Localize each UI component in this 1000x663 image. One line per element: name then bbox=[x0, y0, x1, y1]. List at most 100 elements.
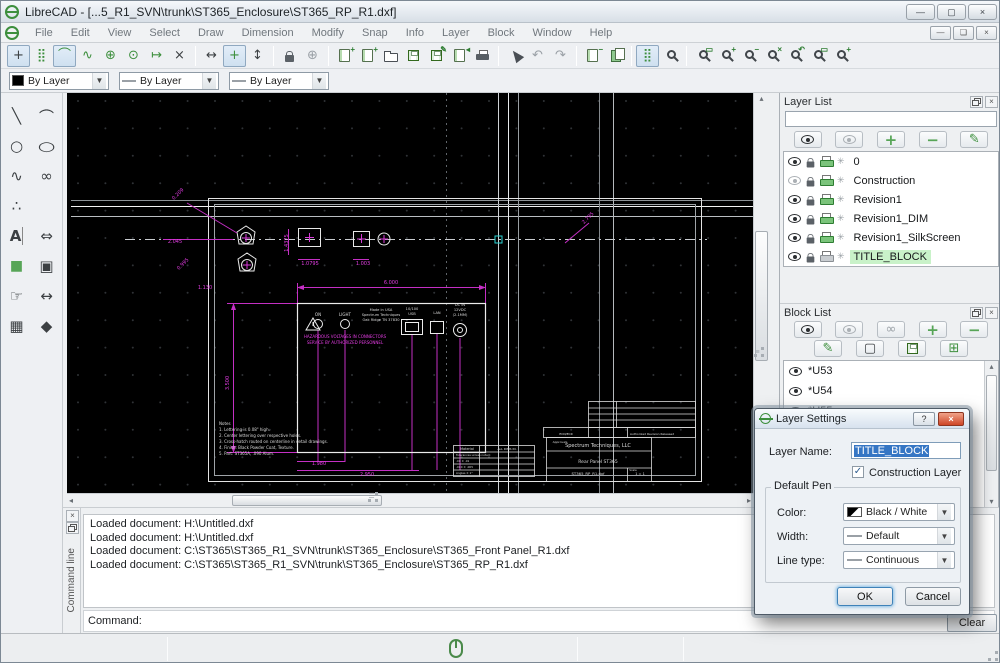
layer-row-TITLE_BLOCK[interactable]: ✳TITLE_BLOCK bbox=[784, 247, 998, 266]
restrict-vertical[interactable]: ↕ bbox=[246, 45, 269, 67]
zoom-in[interactable]: + bbox=[714, 45, 737, 67]
tool-hatch[interactable]: ■ bbox=[4, 253, 30, 279]
snap-on-entity[interactable]: ∿ bbox=[76, 45, 99, 67]
construction-icon[interactable]: ✳ bbox=[837, 195, 845, 205]
construction-icon[interactable]: ✳ bbox=[837, 233, 845, 243]
snap-middle[interactable]: ⊙ bbox=[122, 45, 145, 67]
mdi-close-button[interactable]: × bbox=[976, 26, 997, 40]
tool-line[interactable]: ╲ bbox=[4, 103, 30, 129]
layer-edit-button[interactable]: ✎ bbox=[960, 131, 988, 148]
eye-icon[interactable] bbox=[788, 214, 801, 223]
tool-ellipse[interactable]: ○ bbox=[34, 133, 60, 159]
tool-modify[interactable]: ☞ bbox=[4, 283, 30, 309]
color-combobox[interactable]: Black / White ▼ bbox=[843, 503, 955, 521]
construction-icon[interactable]: ✳ bbox=[837, 252, 845, 262]
block-insert-button[interactable]: ⊞ bbox=[940, 340, 968, 357]
block-row-U53[interactable]: *U53 bbox=[784, 361, 998, 381]
eye-icon[interactable] bbox=[788, 195, 801, 204]
menu-view[interactable]: View bbox=[100, 25, 140, 41]
drawing-canvas[interactable]: 0.2092.7952.0450.9951.1301.07951.0031.43… bbox=[67, 93, 753, 493]
toggle-grid[interactable]: ⣿ bbox=[636, 45, 659, 67]
scroll-left-icon[interactable]: ◂ bbox=[69, 496, 73, 505]
zoom-out[interactable]: − bbox=[737, 45, 760, 67]
float-panel-icon[interactable] bbox=[970, 307, 983, 319]
restrict-nothing[interactable]: + bbox=[223, 45, 246, 67]
close-panel-icon[interactable]: × bbox=[985, 96, 998, 108]
ok-button[interactable]: OK bbox=[837, 587, 893, 606]
tool-arc[interactable]: ⌒ bbox=[34, 103, 60, 129]
lock-icon[interactable] bbox=[807, 256, 815, 262]
import-block[interactable]: ◂ bbox=[448, 45, 471, 67]
open-document[interactable] bbox=[379, 45, 402, 67]
layers-show-all-button[interactable] bbox=[794, 131, 822, 148]
snap-endpoints[interactable]: ⌒ bbox=[53, 45, 76, 67]
new-document[interactable]: + bbox=[333, 45, 356, 67]
float-panel-icon[interactable] bbox=[66, 522, 79, 534]
save-document-as[interactable]: ✎ bbox=[425, 45, 448, 67]
scroll-up-icon[interactable]: ▴ bbox=[754, 94, 769, 103]
block-list-scrollbar[interactable]: ▴ ▾ bbox=[984, 361, 998, 507]
layer-row-Revision1_DIM[interactable]: ✳Revision1_DIM bbox=[784, 209, 998, 228]
lock-icon[interactable] bbox=[807, 161, 815, 167]
print-document[interactable] bbox=[471, 45, 494, 67]
layer-row-0[interactable]: ✳0 bbox=[784, 152, 998, 171]
mdi-minimize-button[interactable]: — bbox=[930, 26, 951, 40]
blocks-show-all-button[interactable] bbox=[794, 321, 822, 338]
mdi-restore-button[interactable]: ❏ bbox=[953, 26, 974, 40]
undo[interactable]: ↶ bbox=[526, 45, 549, 67]
block-scroll-thumb[interactable] bbox=[986, 375, 997, 471]
menu-select[interactable]: Select bbox=[141, 25, 188, 41]
block-add-button[interactable]: + bbox=[919, 321, 947, 338]
eye-icon[interactable] bbox=[788, 252, 801, 261]
dialog-close-button[interactable]: × bbox=[938, 412, 964, 426]
tool-polyline[interactable]: ∿ bbox=[4, 163, 30, 189]
command-input[interactable] bbox=[148, 613, 990, 629]
tool-block[interactable]: ◆ bbox=[34, 313, 60, 339]
window-list[interactable] bbox=[604, 45, 627, 67]
restrict-horizontal[interactable]: ↔ bbox=[200, 45, 223, 67]
redo[interactable]: ↷ bbox=[549, 45, 572, 67]
layer-row-Revision1[interactable]: ✳Revision1 bbox=[784, 190, 998, 209]
tool-measure[interactable]: ↔ bbox=[34, 283, 60, 309]
tool-image[interactable]: ▣ bbox=[34, 253, 60, 279]
width-dropdown[interactable]: By Layer ▼ bbox=[119, 72, 219, 90]
maximize-button[interactable]: ▢ bbox=[937, 4, 966, 20]
zoom-pan[interactable]: + bbox=[829, 45, 852, 67]
block-save-button[interactable] bbox=[898, 340, 926, 357]
tool-circle[interactable]: ○ bbox=[4, 133, 30, 159]
set-relative-zero[interactable]: ⊕ bbox=[301, 45, 324, 67]
vertical-scroll-thumb[interactable]: ≡ bbox=[755, 231, 768, 361]
close-panel-icon[interactable]: × bbox=[66, 510, 79, 522]
save-document[interactable] bbox=[402, 45, 425, 67]
menu-draw[interactable]: Draw bbox=[190, 25, 232, 41]
layer-name-input[interactable]: TITLE_BLOCK bbox=[851, 442, 961, 459]
printer-icon[interactable] bbox=[820, 214, 832, 223]
scroll-right-icon[interactable]: ▸ bbox=[747, 496, 751, 505]
eye-icon[interactable] bbox=[788, 157, 801, 166]
eye-icon[interactable] bbox=[788, 176, 801, 185]
menu-modify[interactable]: Modify bbox=[304, 25, 352, 41]
menu-snap[interactable]: Snap bbox=[354, 25, 396, 41]
eye-icon[interactable] bbox=[788, 233, 801, 242]
float-panel-icon[interactable] bbox=[970, 96, 983, 108]
select-pointer[interactable] bbox=[503, 45, 526, 67]
printer-icon[interactable] bbox=[820, 195, 832, 204]
lock-icon[interactable] bbox=[807, 237, 815, 243]
menu-help[interactable]: Help bbox=[582, 25, 621, 41]
block-remove-button[interactable]: − bbox=[960, 321, 988, 338]
printer-icon[interactable] bbox=[820, 233, 832, 242]
close-button[interactable]: × bbox=[968, 4, 997, 20]
lock-icon[interactable] bbox=[807, 218, 815, 224]
eye-icon[interactable] bbox=[789, 387, 802, 396]
menu-window[interactable]: Window bbox=[524, 25, 579, 41]
construction-layer-checkbox[interactable]: ✓ bbox=[852, 466, 864, 478]
horizontal-scrollbar[interactable]: ◂ ☰ ▸ bbox=[67, 493, 753, 507]
blocks-toggle-button[interactable]: ∞ bbox=[877, 321, 905, 338]
linetype-combobox[interactable]: Continuous ▼ bbox=[843, 551, 955, 569]
view-previous[interactable]: ↶ bbox=[783, 45, 806, 67]
close-panel-icon[interactable]: × bbox=[985, 307, 998, 319]
resize-grip[interactable] bbox=[988, 651, 998, 661]
eye-icon[interactable] bbox=[789, 367, 802, 376]
horizontal-scroll-thumb[interactable]: ☰ bbox=[232, 495, 382, 506]
printer-icon[interactable] bbox=[820, 176, 832, 185]
